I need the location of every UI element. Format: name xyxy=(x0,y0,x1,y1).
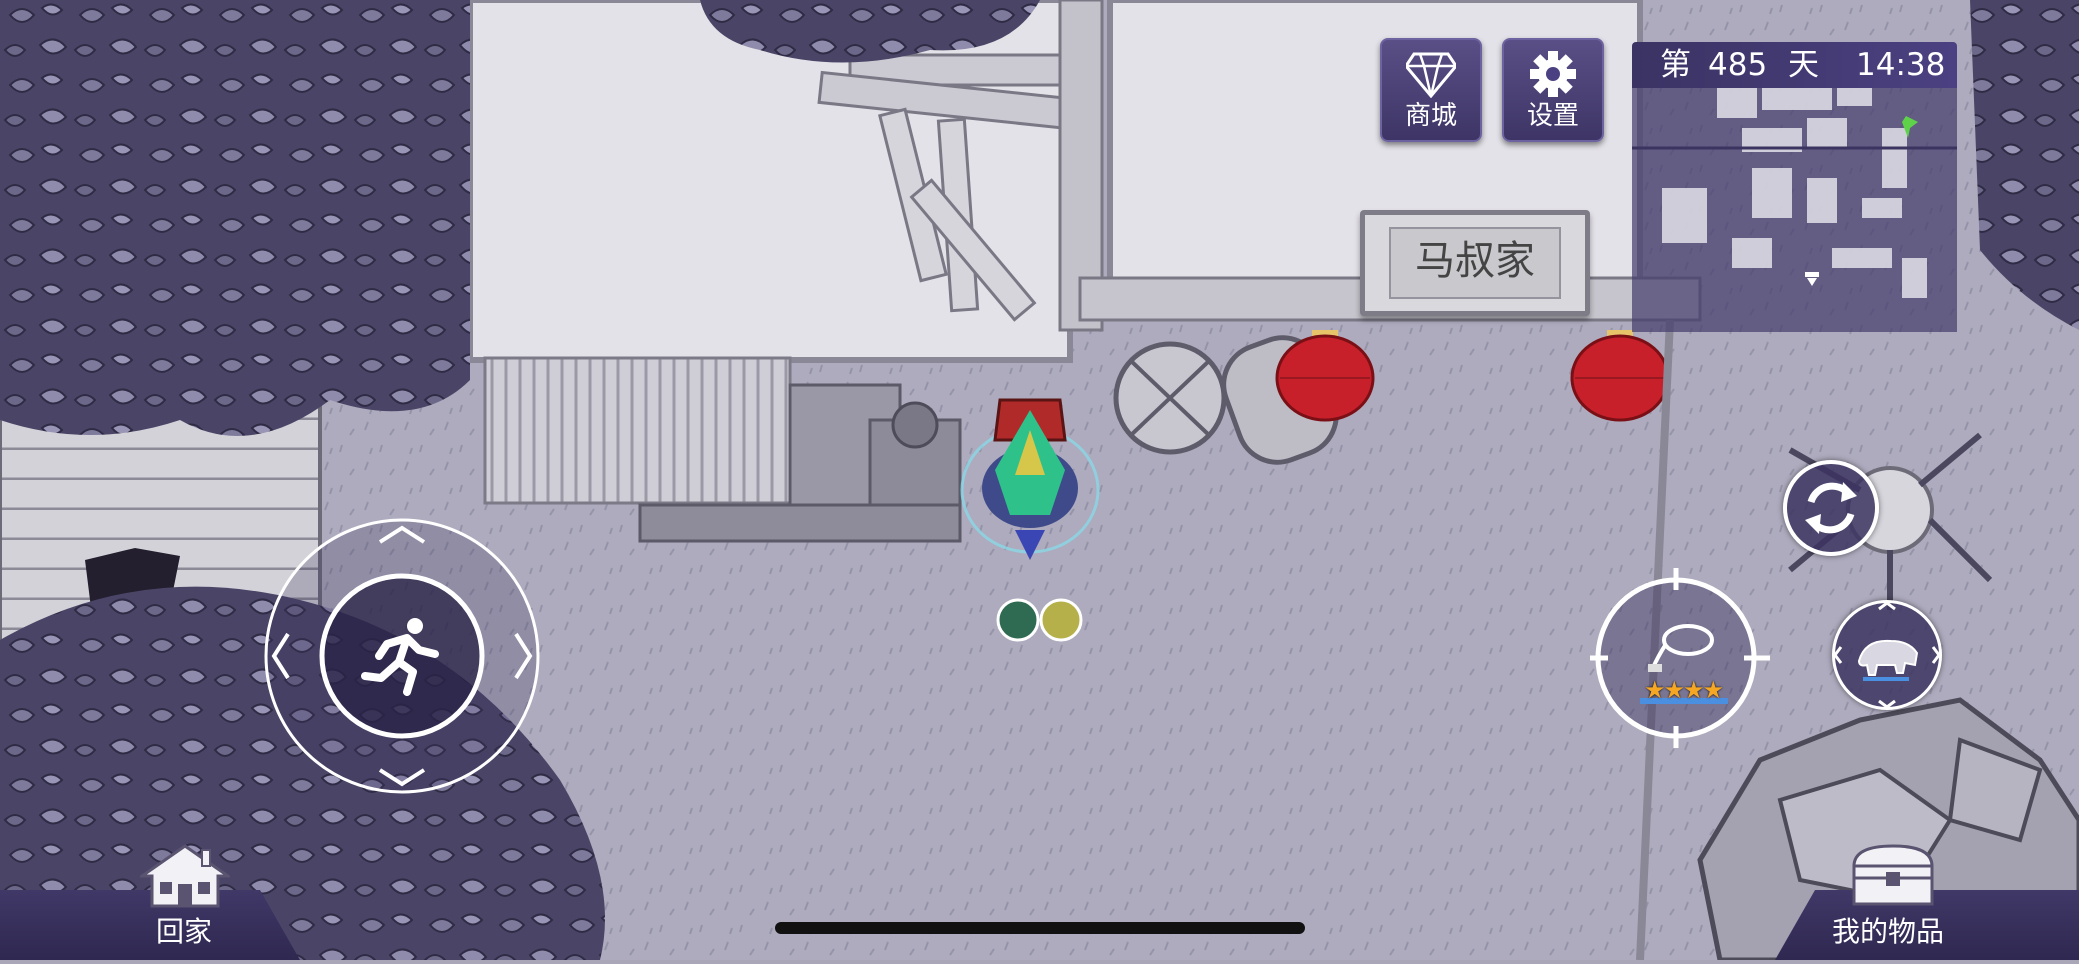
weapon-star-rating: ★★★★ xyxy=(1644,676,1724,704)
day-number: 485 xyxy=(1708,47,1768,83)
pet-button[interactable] xyxy=(1832,600,1942,710)
chest-icon xyxy=(1852,844,1934,906)
inventory-button[interactable]: 我的物品 xyxy=(1826,838,1966,960)
home-indicator[interactable] xyxy=(775,922,1305,934)
boar-icon xyxy=(1833,601,1941,709)
diamond-icon xyxy=(1406,52,1456,98)
day-time-bar: 第 485 天 14:38 xyxy=(1632,42,1957,88)
minimap-drawing xyxy=(1632,88,1957,298)
home-button[interactable]: 回家 xyxy=(130,838,240,960)
location-sign-text: 马叔家 xyxy=(1389,227,1561,299)
day-suffix: 天 xyxy=(1788,47,1819,83)
home-label: 回家 xyxy=(156,915,213,948)
minimap[interactable] xyxy=(1632,88,1957,332)
gear-icon xyxy=(1530,51,1576,97)
shop-label: 商城 xyxy=(1404,101,1457,131)
refresh-icon xyxy=(1805,482,1857,534)
settings-button[interactable]: 设置 xyxy=(1502,38,1604,142)
movement-joystick[interactable] xyxy=(262,516,542,796)
house-icon xyxy=(140,844,230,908)
shop-button[interactable]: 商城 xyxy=(1380,38,1482,142)
weapon-attack-button[interactable]: ★★★★ xyxy=(1590,568,1776,748)
clock: 14:38 xyxy=(1856,47,1946,83)
whip-icon xyxy=(1648,624,1714,672)
day-prefix: 第 xyxy=(1660,47,1691,83)
inventory-label: 我的物品 xyxy=(1832,915,1945,948)
switch-button[interactable] xyxy=(1783,460,1879,556)
settings-label: 设置 xyxy=(1526,101,1579,131)
running-man-icon xyxy=(361,618,439,696)
location-sign: 马叔家 xyxy=(1360,210,1590,316)
